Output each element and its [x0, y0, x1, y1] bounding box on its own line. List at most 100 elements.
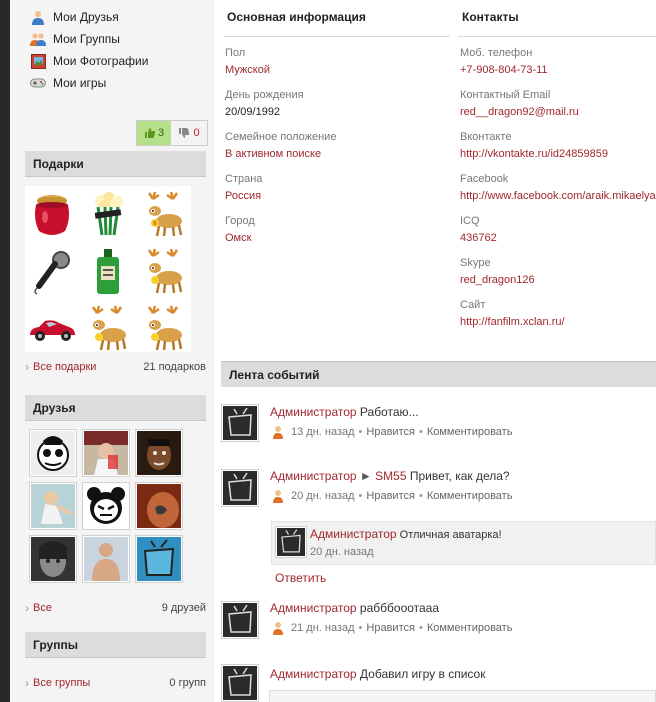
email-link[interactable]: red__dragon92@mail.ru [460, 106, 579, 118]
gift-moose[interactable] [137, 300, 191, 355]
friend-avatar[interactable] [29, 429, 77, 477]
author-link[interactable]: Администратор [270, 405, 357, 419]
post-text: Администратор Работаю... [270, 405, 419, 419]
field-label: День рождения [225, 89, 304, 101]
thumbs-down-icon [179, 128, 190, 138]
divider [224, 36, 450, 37]
friend-avatar[interactable] [135, 429, 183, 477]
city-link[interactable]: Омск [225, 232, 255, 244]
gifts-count: 21 подарков [143, 361, 206, 373]
field-website: Сайт http://fanfilm.xclan.ru/ [460, 299, 565, 328]
gift-moose[interactable] [137, 243, 191, 298]
field-label: Вконтакте [460, 131, 512, 143]
comment-link[interactable]: Комментировать [427, 426, 513, 438]
phone-value[interactable]: +7-908-804-73-11 [460, 64, 548, 76]
arrow-icon: ► [359, 469, 372, 483]
gifts-footer: Все подарки 21 подарков [25, 360, 206, 374]
icq-value[interactable]: 436762 [460, 232, 497, 244]
author-link[interactable]: Администратор [270, 667, 357, 681]
gift-perfume-bottle[interactable] [81, 243, 135, 298]
friend-avatar[interactable] [29, 535, 77, 583]
all-friends-link[interactable]: Все [25, 601, 52, 615]
post-message: Работаю... [359, 405, 419, 419]
like-link[interactable]: Нравится [366, 622, 415, 634]
field-icq: ICQ 436762 [460, 215, 497, 244]
field-label: ICQ [460, 215, 480, 227]
website-link[interactable]: http://fanfilm.xclan.ru/ [460, 316, 565, 328]
friends-grid [29, 429, 187, 583]
comment-link[interactable]: Комментировать [427, 490, 513, 502]
nav-label: Мои игры [53, 76, 107, 90]
friend-avatar[interactable] [135, 482, 183, 530]
nav-my-photos[interactable]: Мои Фотографии [30, 50, 148, 72]
user-icon [271, 621, 285, 635]
nav-my-groups[interactable]: Мои Группы [30, 28, 148, 50]
friend-avatar[interactable] [135, 535, 183, 583]
field-email: Контактный Email red__dragon92@mail.ru [460, 89, 579, 118]
marital-status-link[interactable]: В активном поиске [225, 148, 336, 160]
author-link[interactable]: Администратор [270, 601, 357, 615]
nav-label: Мои Друзья [53, 10, 119, 24]
contacts-title: Контакты [462, 10, 519, 24]
thumbs-down-button[interactable]: 0 [171, 121, 207, 145]
gift-moose[interactable]: © [137, 186, 191, 241]
gift-sports-car[interactable] [25, 300, 79, 355]
post-text: Администратор ► SM55 Привет, как дела? [270, 469, 510, 483]
author-avatar[interactable] [221, 404, 259, 442]
friends-count: 9 друзей [161, 602, 206, 614]
nav-my-games[interactable]: Мои игры [30, 72, 148, 94]
field-label: Город [225, 215, 255, 227]
author-avatar[interactable] [221, 469, 259, 507]
gifts-grid: © [25, 186, 191, 352]
commenter-avatar[interactable] [275, 526, 307, 558]
gift-moose[interactable] [81, 300, 135, 355]
field-label: Контактный Email [460, 89, 551, 101]
vkontakte-link[interactable]: http://vkontakte.ru/id24859859 [460, 148, 608, 160]
author-link[interactable]: Администратор [310, 527, 397, 541]
gender-value-link[interactable]: Мужской [225, 64, 270, 76]
gamepad-icon [30, 75, 46, 91]
post-time: 21 дн. назад [291, 622, 355, 634]
field-birthday: День рождения 20/09/1992 [225, 89, 304, 118]
field-label: Facebook [460, 173, 509, 185]
gift-jam-jar[interactable] [25, 186, 79, 241]
friends-footer: Все 9 друзей [25, 601, 206, 615]
post-message: Добавил игру в список [359, 667, 486, 681]
field-label: Skype [460, 257, 491, 269]
like-link[interactable]: Нравится [366, 426, 415, 438]
field-vkontakte: Вконтакте http://vkontakte.ru/id24859859 [460, 131, 608, 160]
author-link[interactable]: Администратор [270, 469, 357, 483]
thumbs-up-button[interactable]: 3 [137, 121, 171, 145]
field-city: Город Омск [225, 215, 255, 244]
friend-avatar[interactable] [82, 482, 130, 530]
groups-count: 0 групп [169, 677, 206, 689]
field-label: Семейное положение [225, 131, 337, 143]
friend-avatar[interactable] [29, 482, 77, 530]
all-groups-link[interactable]: Все группы [25, 676, 90, 690]
author-avatar[interactable] [221, 601, 259, 639]
reply-button[interactable]: Ответить [275, 571, 326, 585]
field-gender: Пол Мужской [225, 47, 270, 76]
post-meta: 20 дн. назад • Нравится • Комментировать [271, 489, 512, 503]
basic-info-title: Основная информация [227, 10, 366, 24]
comment-message: Отличная аватарка! [399, 529, 502, 541]
facebook-link[interactable]: http://www.facebook.com/araik.mikaelya [460, 190, 656, 202]
nav-label: Мои Группы [53, 32, 120, 46]
gift-microphone[interactable] [25, 243, 79, 298]
birthday-value: 20/09/1992 [225, 106, 281, 118]
skype-value[interactable]: red_dragon126 [460, 274, 535, 286]
gift-popcorn[interactable] [81, 186, 135, 241]
all-gifts-link[interactable]: Все подарки [25, 360, 96, 374]
author-avatar[interactable] [221, 664, 259, 702]
thumbs-up-icon [144, 128, 156, 138]
embedded-content-box [269, 690, 656, 702]
field-facebook: Facebook http://www.facebook.com/araik.m… [460, 173, 656, 202]
target-user-link[interactable]: SM55 [375, 469, 406, 483]
country-link[interactable]: Россия [225, 190, 262, 202]
nav-my-friends[interactable]: Мои Друзья [30, 6, 148, 28]
friend-avatar[interactable] [82, 429, 130, 477]
like-link[interactable]: Нравится [366, 490, 415, 502]
comment-link[interactable]: Комментировать [427, 622, 513, 634]
field-marital-status: Семейное положение В активном поиске [225, 131, 336, 160]
friend-avatar[interactable] [82, 535, 130, 583]
